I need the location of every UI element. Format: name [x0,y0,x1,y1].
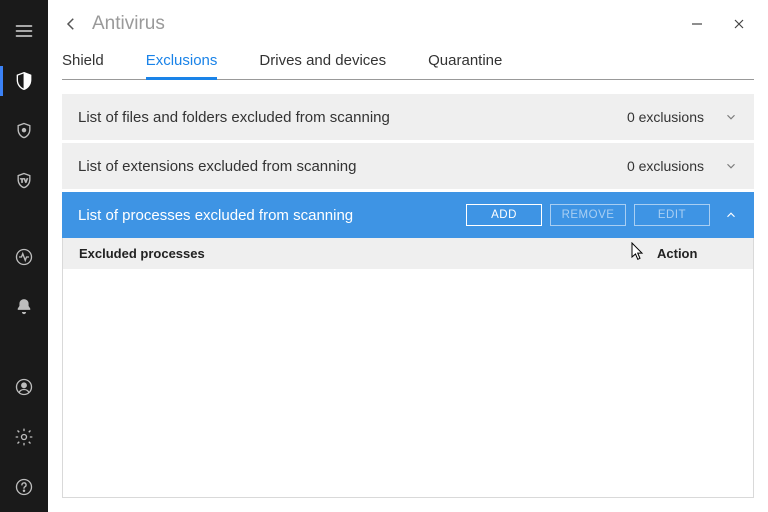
nav-account[interactable] [0,362,48,412]
nav-tv[interactable]: TV [0,156,48,206]
tabs: Shield Exclusions Drives and devices Qua… [62,44,754,80]
remove-button[interactable]: REMOVE [550,204,626,226]
close-icon [733,18,745,30]
panel-processes[interactable]: List of processes excluded from scanning… [62,192,754,238]
minimize-icon [691,18,703,30]
tab-quarantine[interactable]: Quarantine [428,44,502,79]
chevron-down-icon [724,110,738,124]
menu-button[interactable] [0,6,48,56]
back-button[interactable] [62,15,80,33]
panel-label: List of processes excluded from scanning [78,207,466,224]
tab-exclusions[interactable]: Exclusions [146,44,218,79]
add-button[interactable]: ADD [466,204,542,226]
help-icon [14,477,34,497]
gear-icon [14,427,34,447]
edit-button[interactable]: EDIT [634,204,710,226]
chevron-left-icon [62,15,80,33]
nav-privacy[interactable] [0,106,48,156]
table-header: Excluded processes Action [62,238,754,269]
panel-extensions[interactable]: List of extensions excluded from scannin… [62,143,754,189]
nav-settings[interactable] [0,412,48,462]
panel-count: 0 exclusions [627,158,704,174]
close-button[interactable] [724,10,754,38]
column-processes: Excluded processes [79,246,657,261]
titlebar: Antivirus [62,10,754,38]
column-action: Action [657,246,737,261]
panel-label: List of files and folders excluded from … [78,109,627,126]
main-area: Antivirus Shield Exclusions Drives and d… [48,0,768,512]
sidebar-rail: TV [0,0,48,512]
panel-label: List of extensions excluded from scannin… [78,158,627,175]
nav-antivirus[interactable] [0,56,48,106]
panel-files-folders[interactable]: List of files and folders excluded from … [62,94,754,140]
panel-count: 0 exclusions [627,109,704,125]
page-title: Antivirus [92,13,165,35]
chevron-down-icon [724,159,738,173]
activity-icon [14,247,34,267]
panel-buttons: ADD REMOVE EDIT [466,204,710,226]
bell-icon [14,297,34,317]
user-icon [14,377,34,397]
nav-activity[interactable] [0,232,48,282]
eye-shield-icon [14,121,34,141]
minimize-button[interactable] [682,10,712,38]
nav-notifications[interactable] [0,282,48,332]
svg-text:TV: TV [20,179,28,185]
hamburger-icon [14,21,34,41]
tab-shield[interactable]: Shield [62,44,104,79]
exclusion-panels: List of files and folders excluded from … [62,94,754,238]
tv-shield-icon: TV [14,171,34,191]
nav-help[interactable] [0,462,48,512]
chevron-up-icon [724,208,738,222]
table-body [62,269,754,498]
app-window: TV Antivirus [0,0,768,512]
tab-drives[interactable]: Drives and devices [259,44,386,79]
shield-half-icon [14,71,34,91]
